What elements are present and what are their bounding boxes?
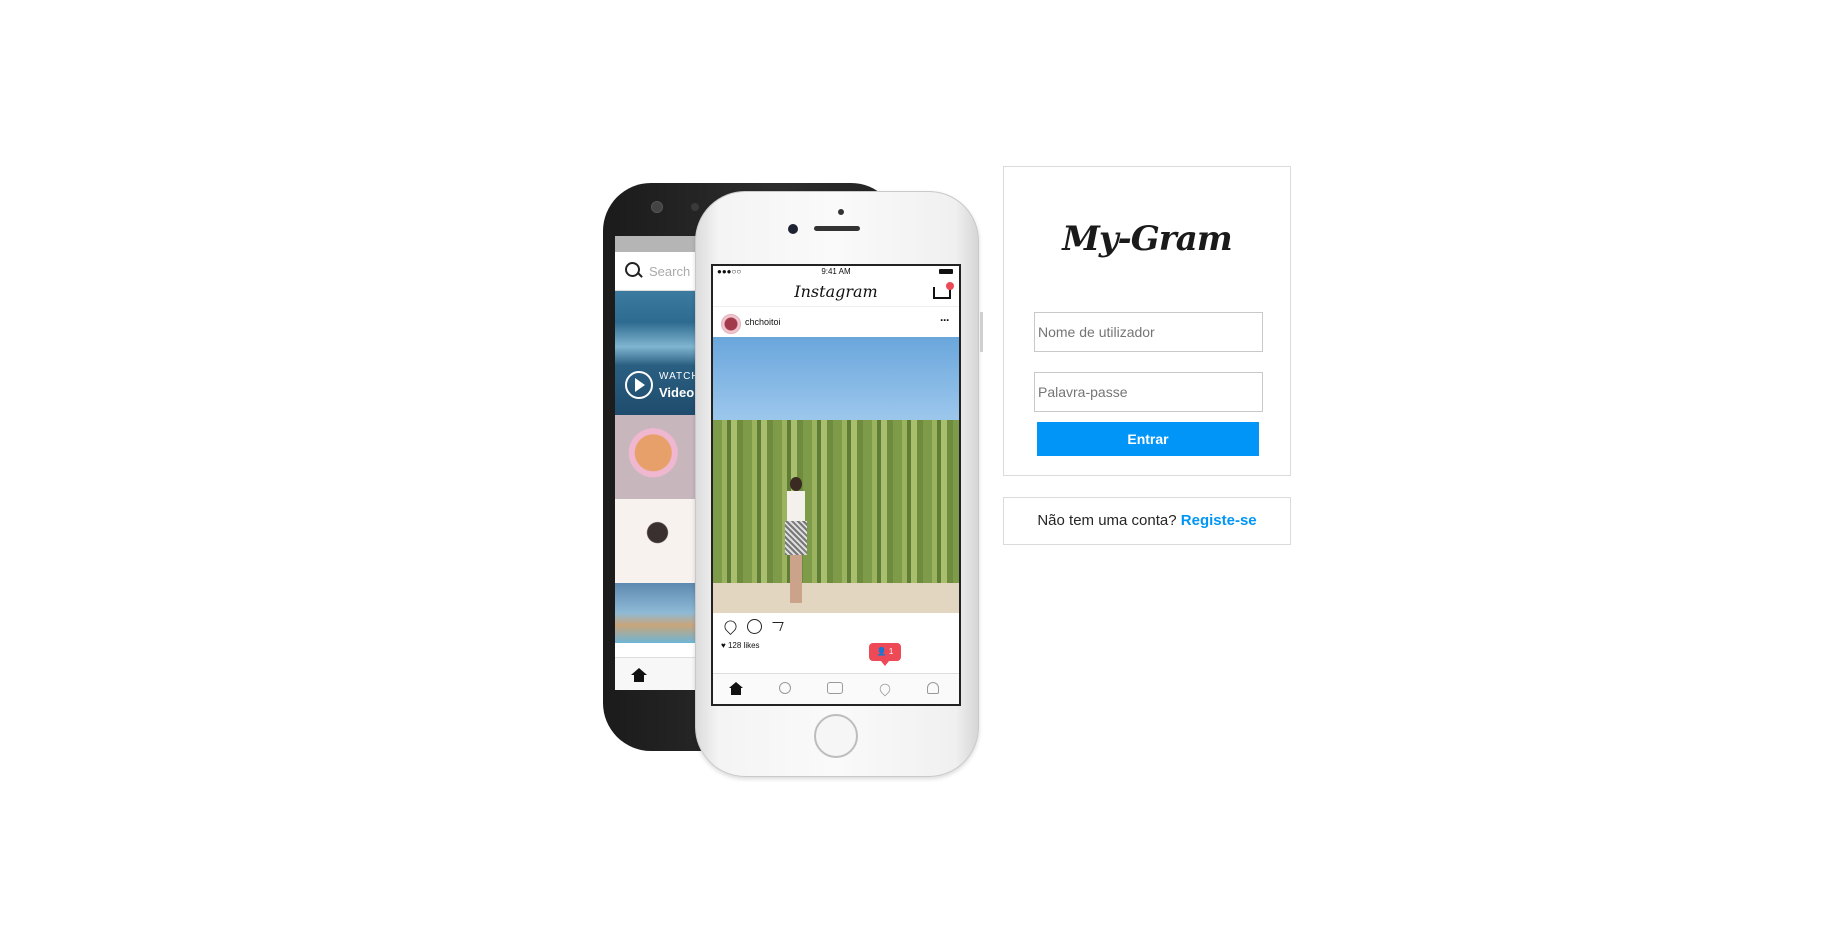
username-input[interactable] (1034, 312, 1263, 352)
post-header: chchoitoi ··· (713, 307, 959, 337)
post-username: chchoitoi (745, 317, 781, 327)
post-actions (713, 613, 959, 639)
heart-icon (722, 618, 739, 635)
home-button (814, 714, 858, 758)
watch-label: WATCH (659, 371, 700, 382)
profile-icon (927, 682, 939, 694)
page: Search WATCH Video ●●●○○ 9:41 AM Instagr… (0, 0, 1843, 944)
share-icon (769, 622, 784, 631)
search-icon (625, 262, 640, 277)
camera-icon (651, 201, 663, 213)
avatar (721, 314, 741, 334)
likes-count: ♥ 128 likes (721, 641, 760, 650)
front-camera-icon (838, 209, 844, 215)
battery-icon (939, 269, 953, 274)
app-title: Instagram (794, 282, 878, 301)
status-bar: ●●●○○ 9:41 AM (713, 266, 959, 278)
search-placeholder: Search (649, 264, 691, 279)
more-icon: ··· (940, 313, 950, 327)
login-button[interactable]: Entrar (1037, 422, 1259, 456)
logo: My-Gram (1062, 219, 1232, 259)
explore-tile-dog (615, 499, 700, 583)
explore-tile-beach (615, 583, 700, 643)
speaker-grille (814, 226, 860, 231)
phone-mockup-front: ●●●○○ 9:41 AM Instagram chchoitoi ··· ♥ … (695, 191, 983, 777)
side-button (980, 312, 983, 352)
post-photo (713, 337, 959, 613)
person-head (790, 477, 802, 491)
camera-icon (827, 682, 843, 694)
home-icon (631, 668, 647, 682)
search-icon (779, 682, 791, 694)
home-icon (729, 682, 743, 695)
photo-person (785, 477, 807, 607)
signup-panel: Não tem uma conta? Registe-se (1003, 497, 1291, 545)
password-input[interactable] (1034, 372, 1263, 412)
person-skirt (785, 521, 807, 555)
inbox-badge (946, 282, 954, 290)
status-time: 9:41 AM (821, 267, 851, 276)
tab-bar (713, 673, 959, 704)
heart-icon (877, 681, 893, 697)
play-icon (625, 371, 653, 399)
person-top (787, 491, 805, 521)
comment-icon (747, 619, 762, 634)
sensor-icon (788, 224, 798, 234)
explore-search-bar: Search (615, 252, 700, 291)
photo-ground (713, 583, 959, 613)
signup-prompt: Não tem uma conta? (1037, 512, 1181, 529)
sensor-icon (691, 203, 699, 211)
video-label: Video (659, 385, 695, 400)
tab-bar (615, 657, 700, 690)
status-bar (615, 236, 700, 252)
explore-tile-video: WATCH Video (615, 291, 700, 415)
app-header: Instagram (713, 278, 959, 307)
signup-link[interactable]: Registe-se (1181, 512, 1257, 529)
explore-tile-cat (615, 415, 700, 499)
person-legs (790, 555, 802, 603)
notification-badge: 👤 1 (869, 643, 901, 666)
login-panel: My-Gram Entrar (1003, 166, 1291, 476)
phone-front-screen: ●●●○○ 9:41 AM Instagram chchoitoi ··· ♥ … (711, 264, 961, 706)
phone-back-screen: Search WATCH Video (615, 236, 700, 690)
